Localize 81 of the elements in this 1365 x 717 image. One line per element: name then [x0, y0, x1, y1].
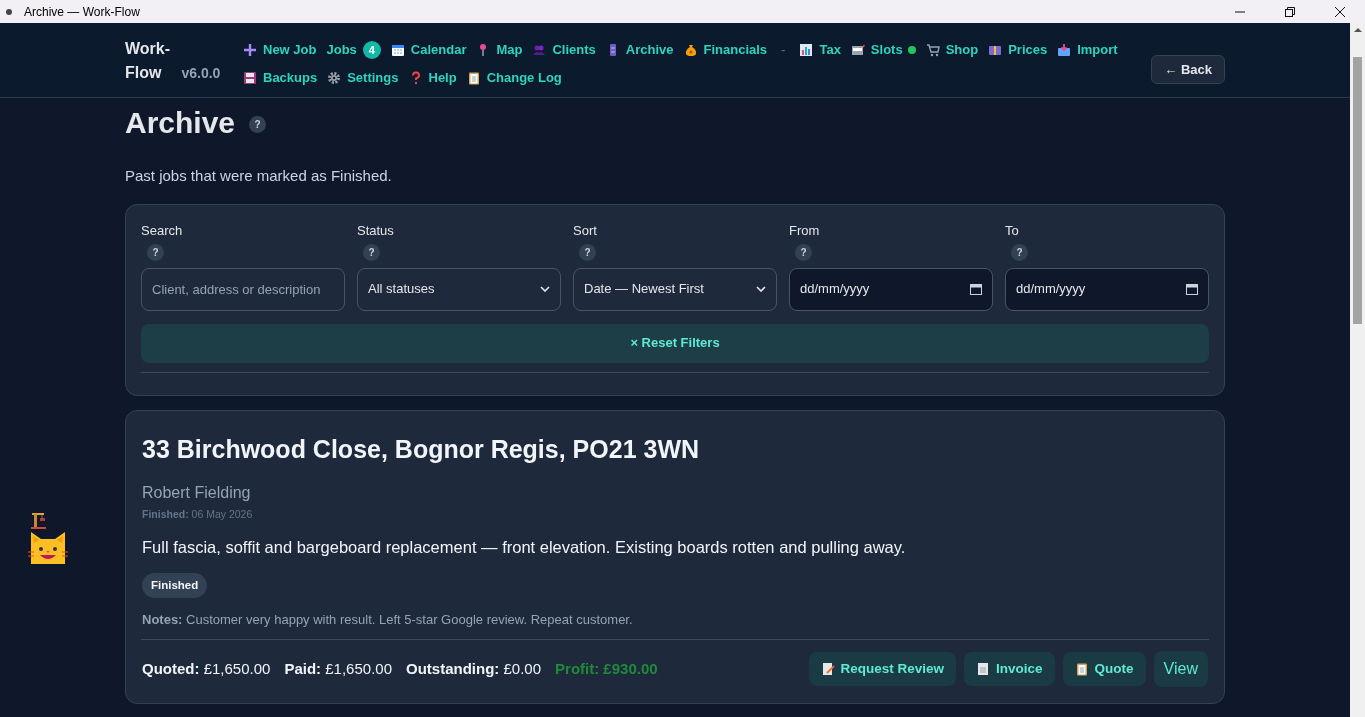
- reset-filters-button[interactable]: × Reset Filters: [141, 323, 1209, 363]
- field-label: Status: [357, 221, 394, 240]
- scrollbar-thumb[interactable]: [1353, 57, 1362, 324]
- help-icon[interactable]: ?: [147, 243, 164, 261]
- chevron-down-icon: [540, 286, 550, 292]
- gear-icon[interactable]: [327, 71, 342, 85]
- field-label: Sort: [573, 221, 597, 240]
- page-title: Archive: [125, 105, 236, 141]
- help-icon[interactable]: ?: [579, 243, 596, 261]
- nav-link[interactable]: Calendar: [410, 40, 467, 60]
- nav-link[interactable]: Import: [1077, 40, 1118, 60]
- close-icon[interactable]: [1335, 6, 1345, 17]
- slot-machine-icon[interactable]: [850, 43, 865, 57]
- field-label: From: [789, 221, 820, 240]
- chevron-down-icon: [756, 286, 766, 292]
- nav-link[interactable]: Archive: [625, 40, 674, 60]
- clipboard-icon: [1074, 662, 1089, 677]
- pencil-paper-icon: [820, 662, 835, 677]
- chart-icon[interactable]: [799, 43, 814, 57]
- count-badge: 4: [362, 41, 381, 59]
- nav-link[interactable]: Help: [428, 68, 457, 88]
- nav-link[interactable]: Map: [496, 40, 523, 60]
- maximize-icon[interactable]: [1285, 6, 1295, 17]
- job-notes: Notes: Customer very happy with result. Left 5-star Google review. Repeat customer.: [142, 610, 634, 629]
- amount-label: Paid: £1,650.00: [284, 659, 392, 679]
- calendar-icon[interactable]: [390, 43, 405, 57]
- calendar-icon[interactable]: [1186, 283, 1198, 295]
- search-field[interactable]: Client, address or description: [141, 267, 345, 311]
- help-icon[interactable]: ?: [795, 243, 812, 261]
- app-name: Work-Flow: [125, 39, 172, 83]
- client-name: Robert Fielding: [142, 483, 252, 503]
- dropdown[interactable]: Date — Newest First: [573, 267, 777, 311]
- cart-icon[interactable]: [925, 43, 940, 57]
- status-badge: Finished: [142, 572, 208, 598]
- nav-link[interactable]: Settings: [347, 68, 399, 88]
- crane-icon: [31, 513, 47, 529]
- action-button[interactable]: Invoice: [964, 652, 1055, 687]
- app-icon: [6, 8, 12, 15]
- nav-separator: -: [780, 41, 787, 60]
- action-button[interactable]: View: [1153, 651, 1208, 688]
- money-bag-icon[interactable]: [683, 43, 698, 57]
- window-title: Archive — Work-Flow: [24, 3, 140, 21]
- field-label: To: [1005, 221, 1019, 240]
- date-field[interactable]: dd/mm/yyyy: [1005, 267, 1209, 311]
- nav-link[interactable]: Prices: [1008, 40, 1048, 60]
- action-button[interactable]: Quote: [1062, 652, 1146, 687]
- page-subtitle: Past jobs that were marked as Finished.: [125, 166, 393, 186]
- back-button[interactable]: ← Back: [1151, 55, 1225, 84]
- nav-link[interactable]: Financials: [703, 40, 768, 60]
- document-icon: [976, 662, 991, 677]
- nav-link[interactable]: Jobs: [326, 40, 357, 60]
- job-description: Full fascia, soffit and bargeboard replacement — front elevation. Existing boards rotten and pulling away.: [142, 536, 907, 558]
- inbox-icon[interactable]: [1057, 43, 1072, 57]
- calendar-icon[interactable]: [970, 283, 982, 295]
- dropdown[interactable]: All statuses: [357, 267, 561, 311]
- version-label: v6.0.0: [181, 65, 221, 81]
- job-address: 33 Birchwood Close, Bognor Regis, PO21 3WN: [142, 433, 701, 465]
- nav-link[interactable]: Change Log: [486, 68, 562, 88]
- nav-link[interactable]: Tax: [819, 40, 841, 60]
- date-field[interactable]: dd/mm/yyyy: [789, 267, 993, 311]
- help-icon[interactable]: ?: [1011, 243, 1028, 261]
- action-button[interactable]: Request Review: [808, 652, 957, 687]
- field-label: Search: [141, 221, 183, 240]
- nav-link[interactable]: Backups: [263, 68, 318, 88]
- cat-icon[interactable]: [28, 530, 68, 566]
- nav-link[interactable]: Shop: [945, 40, 979, 60]
- nav-link[interactable]: New Job: [263, 40, 317, 60]
- scrollbar[interactable]: [1350, 23, 1365, 717]
- scroll-up-icon[interactable]: [1353, 27, 1362, 33]
- clipboard-icon[interactable]: [466, 71, 481, 85]
- nav-link[interactable]: Slots: [870, 40, 903, 60]
- amount-label: Quoted: £1,650.00: [142, 659, 271, 679]
- finished-date: Finished: 06 May 2026: [142, 507, 254, 522]
- help-icon[interactable]: ?: [363, 243, 380, 261]
- people-icon[interactable]: [532, 43, 547, 57]
- nav-link[interactable]: Clients: [552, 40, 596, 60]
- price-tag-icon[interactable]: [988, 43, 1003, 57]
- help-icon[interactable]: ?: [249, 116, 267, 133]
- plus-icon[interactable]: [243, 43, 257, 57]
- amount-label: Outstanding: £0.00: [406, 659, 542, 679]
- profit-amount: Profit: £930.00: [555, 659, 658, 679]
